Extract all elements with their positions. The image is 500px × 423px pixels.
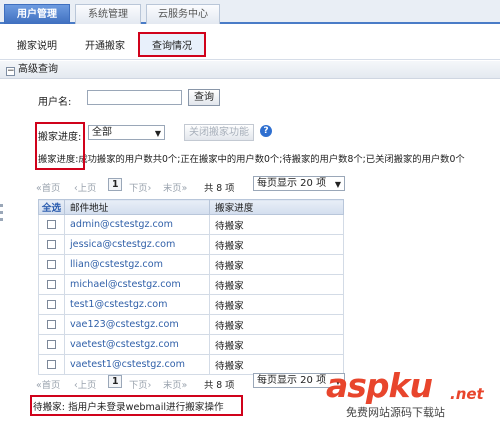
query-button[interactable]: 查询 (188, 89, 220, 106)
email-cell: test1@cstestgz.com (64, 294, 210, 315)
dropdown-arrow-icon: ▼ (334, 180, 341, 189)
pager-total: 共 8 项 (204, 380, 235, 391)
collapse-icon[interactable]: − (6, 67, 15, 76)
row-checkbox[interactable] (47, 259, 56, 269)
email-cell: michael@cstestgz.com (64, 274, 210, 295)
per-page-value: 每页显示 20 项 (257, 375, 327, 386)
pager-total: 共 8 项 (204, 183, 235, 194)
migration-table: 全选 邮件地址 搬家进度 admin@cstestgz.com 待搬家 jessi… (38, 199, 344, 375)
pager-prev[interactable]: ‹上页 (74, 180, 96, 194)
row-checkbox[interactable] (47, 219, 56, 229)
progress-cell: 待搬家 (209, 334, 344, 355)
table-row: michael@cstestgz.com 待搬家 (38, 274, 344, 295)
email-cell: jessica@cstestgz.com (64, 234, 210, 255)
email-cell: vae123@cstestgz.com (64, 314, 210, 335)
watermark-subtitle: 免费网站源码下载站 (344, 404, 447, 420)
row-checkbox[interactable] (47, 319, 56, 329)
pager-current-page[interactable]: 1 (108, 178, 123, 191)
pager-last[interactable]: 末页» (163, 377, 187, 391)
progress-cell: 待搬家 (209, 234, 344, 255)
dropdown-arrow-icon: ▼ (154, 129, 161, 138)
row-checkbox[interactable] (47, 239, 56, 249)
table-row: admin@cstestgz.com 待搬家 (38, 214, 344, 235)
table-row: vaetest1@cstestgz.com 待搬家 (38, 354, 344, 375)
top-tab-bar: 用户管理 系统管理 云服务中心 (0, 0, 500, 24)
progress-cell: 待搬家 (209, 274, 344, 295)
email-cell: llian@cstestgz.com (64, 254, 210, 275)
migration-status-summary: 搬家进度:成功搬家的用户数共0个;正在搬家中的用户数0个;待搬家的用户数8个;已… (38, 151, 465, 165)
pager-first[interactable]: «首页 (36, 180, 60, 194)
progress-select-value: 全部 (92, 127, 112, 138)
subtab-migration-info[interactable]: 搬家说明 (17, 37, 57, 52)
progress-cell: 待搬家 (209, 254, 344, 275)
tab-user-management[interactable]: 用户管理 (4, 4, 70, 24)
tab-cloud-service-center[interactable]: 云服务中心 (146, 4, 220, 24)
subtab-query-status[interactable]: 查询情况 (138, 32, 206, 57)
username-label: 用户名: (38, 97, 72, 108)
close-migration-button[interactable]: 关闭搬家功能 (184, 124, 254, 141)
splitter-handle[interactable] (0, 200, 4, 240)
subtab-enable-migration[interactable]: 开通搬家 (85, 37, 125, 52)
progress-cell: 待搬家 (209, 214, 344, 235)
table-row: vae123@cstestgz.com 待搬家 (38, 314, 344, 335)
pager-next[interactable]: 下页› (129, 180, 151, 194)
progress-cell: 待搬家 (209, 294, 344, 315)
row-checkbox[interactable] (47, 299, 56, 309)
row-checkbox[interactable] (47, 339, 56, 349)
table-header-row: 全选 邮件地址 搬家进度 (38, 199, 344, 215)
footer-note: 待搬家: 指用户未登录webmail进行搬家操作 (33, 402, 224, 413)
advanced-query-header[interactable]: − 高级查询 (0, 61, 500, 79)
select-all-header[interactable]: 全选 (38, 199, 65, 215)
table-row: vaetest@cstestgz.com 待搬家 (38, 334, 344, 355)
pager-next[interactable]: 下页› (129, 377, 151, 391)
progress-column-header: 搬家进度 (209, 199, 344, 215)
help-icon[interactable]: ? (260, 125, 272, 137)
progress-cell: 待搬家 (209, 314, 344, 335)
watermark-main-text: aspku (326, 366, 433, 405)
row-checkbox[interactable] (47, 279, 56, 289)
watermark-domain-suffix: .net (450, 385, 484, 403)
email-cell: vaetest@cstestgz.com (64, 334, 210, 355)
row-checkbox[interactable] (47, 359, 56, 369)
table-row: test1@cstestgz.com 待搬家 (38, 294, 344, 315)
per-page-select-top[interactable]: 每页显示 20 项 ▼ (253, 176, 345, 191)
email-cell: admin@cstestgz.com (64, 214, 210, 235)
sub-tab-bar: 搬家说明 开通搬家 查询情况 (0, 26, 500, 60)
table-row: jessica@cstestgz.com 待搬家 (38, 234, 344, 255)
pager-prev[interactable]: ‹上页 (74, 377, 96, 391)
pager-current-page[interactable]: 1 (108, 375, 123, 388)
per-page-value: 每页显示 20 项 (257, 178, 327, 189)
pager-last[interactable]: 末页» (163, 180, 187, 194)
site-watermark-logo: aspku .net 免费网站源码下载站 (324, 366, 494, 422)
pager-first[interactable]: «首页 (36, 377, 60, 391)
table-row: llian@cstestgz.com 待搬家 (38, 254, 344, 275)
status-text: 成功搬家的用户数共0个;正在搬家中的用户数0个;待搬家的用户数8个;已关闭搬家的… (78, 154, 465, 165)
email-column-header: 邮件地址 (64, 199, 210, 215)
section-title: 高级查询 (18, 64, 58, 75)
email-cell: vaetest1@cstestgz.com (64, 354, 210, 375)
labels-highlight-box (35, 122, 85, 170)
progress-select[interactable]: 全部 ▼ (88, 125, 165, 140)
username-input[interactable] (87, 90, 182, 105)
tab-system-management[interactable]: 系统管理 (75, 4, 141, 24)
